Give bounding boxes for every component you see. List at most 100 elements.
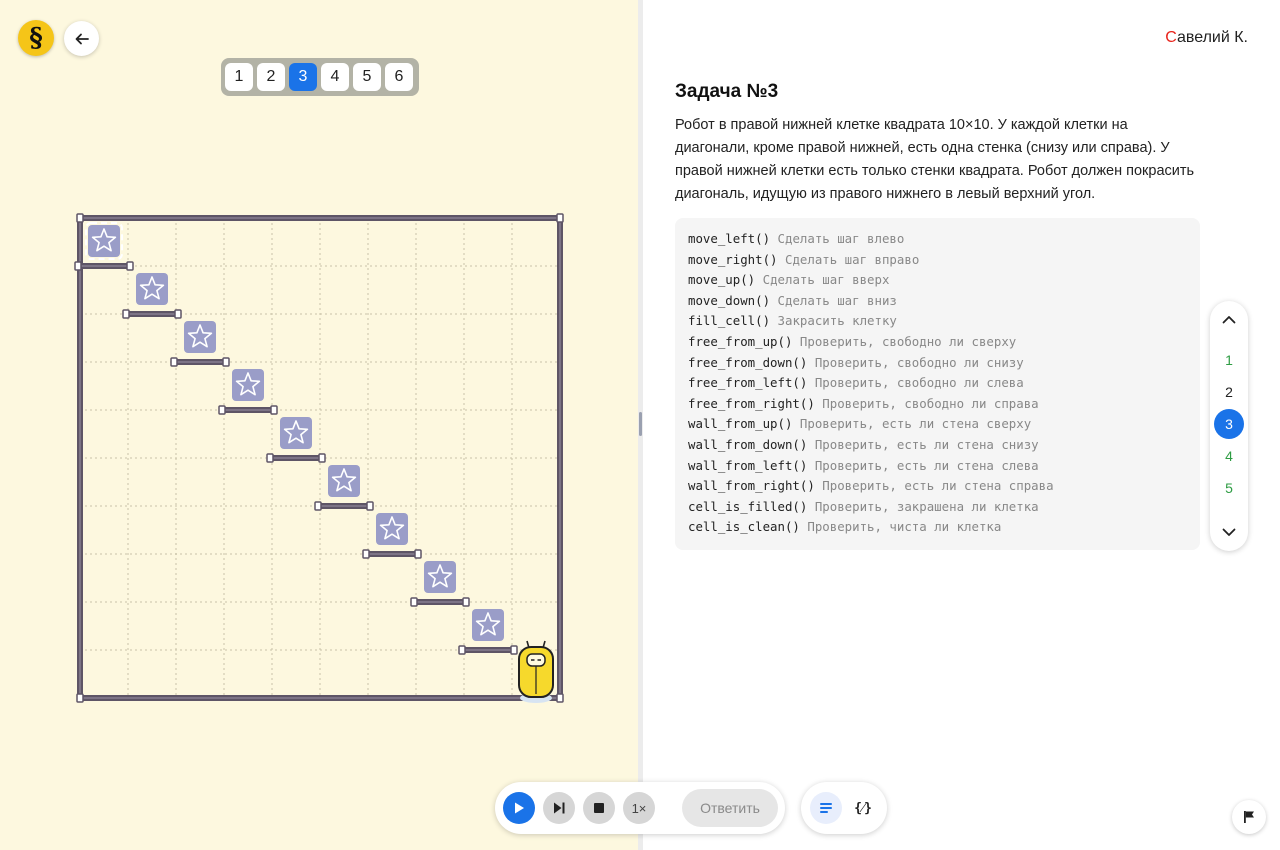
task-nav-item-2[interactable]: 2 bbox=[1214, 377, 1244, 407]
user-initial: С bbox=[1165, 29, 1177, 46]
api-description: Сделать шаг вправо bbox=[785, 251, 920, 267]
wall-joint bbox=[76, 693, 84, 703]
wall-joint bbox=[266, 453, 274, 463]
robot-field bbox=[74, 213, 564, 703]
api-row: wall_from_right() Проверить, есть ли сте… bbox=[688, 476, 1187, 497]
wall-joint bbox=[366, 501, 374, 511]
task-nav-item-1[interactable]: 1 bbox=[1214, 345, 1244, 375]
task-nav-item-5[interactable]: 5 bbox=[1214, 473, 1244, 503]
answer-button[interactable]: Ответить bbox=[682, 789, 778, 827]
task-navigator: 1 2 3 4 5 bbox=[1210, 301, 1248, 551]
wall-joint bbox=[556, 693, 564, 703]
report-button[interactable] bbox=[1232, 800, 1266, 834]
wall-joint bbox=[270, 405, 278, 415]
wall-joint bbox=[510, 645, 518, 655]
api-description: Сделать шаг вверх bbox=[762, 272, 890, 288]
step-button[interactable] bbox=[543, 792, 575, 824]
wall-joint bbox=[126, 261, 134, 271]
api-description: Проверить, есть ли стена сверху bbox=[799, 416, 1032, 432]
api-description: Проверить, есть ли стена справа bbox=[822, 478, 1054, 494]
api-row: fill_cell() Закрасить клетку bbox=[688, 311, 1187, 332]
task-nav-item-3[interactable]: 3 bbox=[1214, 409, 1244, 439]
api-row: cell_is_clean() Проверить, чиста ли клет… bbox=[688, 517, 1187, 538]
api-function: cell_is_filled() bbox=[688, 498, 808, 514]
api-row: wall_from_left() Проверить, есть ли стен… bbox=[688, 456, 1187, 477]
wall-joint bbox=[170, 357, 178, 367]
api-row: move_down() Сделать шаг вниз bbox=[688, 291, 1187, 312]
api-description: Проверить, есть ли стена слева bbox=[814, 457, 1039, 473]
api-row: wall_from_up() Проверить, есть ли стена … bbox=[688, 414, 1187, 435]
step-forward-icon bbox=[554, 802, 565, 814]
speed-button[interactable]: 1× bbox=[623, 792, 655, 824]
api-reference: move_left() Сделать шаг влево move_right(… bbox=[675, 218, 1200, 550]
nav-up-button[interactable] bbox=[1210, 304, 1248, 334]
api-description: Проверить, свободно ли снизу bbox=[814, 354, 1024, 370]
wall-joint bbox=[556, 213, 564, 223]
api-function: free_from_up() bbox=[688, 333, 793, 349]
text-view-button[interactable] bbox=[810, 792, 842, 824]
wall-joint bbox=[74, 261, 82, 271]
robot-face bbox=[526, 653, 546, 667]
api-function: move_left() bbox=[688, 231, 771, 246]
wall-joint bbox=[218, 405, 226, 415]
api-row: cell_is_filled() Проверить, закрашена ли… bbox=[688, 497, 1187, 518]
api-row: free_from_down() Проверить, свободно ли … bbox=[688, 353, 1187, 374]
user-name-rest: авелий К. bbox=[1176, 29, 1248, 46]
code-view-button[interactable]: {⁄} bbox=[847, 792, 879, 824]
player-controls: 1× Ответить bbox=[495, 782, 785, 834]
api-function: free_from_right() bbox=[688, 395, 815, 411]
wall-joint bbox=[222, 357, 230, 367]
wall-joint bbox=[122, 309, 130, 319]
chevron-up-icon bbox=[1222, 315, 1236, 323]
wall-joint bbox=[414, 549, 422, 559]
api-row: free_from_up() Проверить, свободно ли св… bbox=[688, 332, 1187, 353]
api-row: free_from_right() Проверить, свободно ли… bbox=[688, 394, 1187, 415]
api-function: move_up() bbox=[688, 272, 756, 288]
wall-joint bbox=[410, 597, 418, 607]
api-row: free_from_left() Проверить, свободно ли … bbox=[688, 373, 1187, 394]
task-title: Задача №3 bbox=[675, 81, 779, 102]
play-button[interactable] bbox=[503, 792, 535, 824]
api-function: fill_cell() bbox=[688, 313, 771, 329]
nav-down-button[interactable] bbox=[1210, 517, 1248, 547]
play-icon bbox=[515, 802, 524, 814]
wall-joint bbox=[174, 309, 182, 319]
api-description: Проверить, есть ли стена снизу bbox=[814, 436, 1039, 452]
view-toggle: {⁄} bbox=[801, 782, 887, 834]
api-function: move_right() bbox=[688, 251, 778, 267]
api-function: wall_from_down() bbox=[688, 436, 808, 452]
api-function: wall_from_left() bbox=[688, 457, 808, 473]
api-row: wall_from_down() Проверить, есть ли стен… bbox=[688, 435, 1187, 456]
api-function: cell_is_clean() bbox=[688, 519, 800, 535]
lines-icon bbox=[820, 803, 832, 813]
task-nav-item-4[interactable]: 4 bbox=[1214, 441, 1244, 471]
api-description: Проверить, свободно ли сверху bbox=[799, 333, 1017, 349]
api-description: Проверить, закрашена ли клетка bbox=[814, 498, 1039, 514]
api-description: Проверить, свободно ли справа bbox=[822, 395, 1039, 411]
divider-handle[interactable] bbox=[639, 412, 642, 436]
wall-joint bbox=[458, 645, 466, 655]
api-function: free_from_left() bbox=[688, 375, 808, 391]
api-description: Проверить, чиста ли клетка bbox=[807, 519, 1002, 535]
api-description: Сделать шаг вниз bbox=[777, 292, 897, 308]
stop-button[interactable] bbox=[583, 792, 615, 824]
chevron-down-icon bbox=[1222, 528, 1236, 536]
wall-joint bbox=[362, 549, 370, 559]
wall-joint bbox=[462, 597, 470, 607]
api-description: Сделать шаг влево bbox=[777, 231, 905, 246]
flag-icon bbox=[1244, 811, 1254, 823]
stop-icon bbox=[594, 803, 604, 813]
wall-joint bbox=[76, 213, 84, 223]
api-description: Закрасить клетку bbox=[777, 313, 897, 329]
api-description: Проверить, свободно ли слева bbox=[814, 375, 1024, 391]
api-row: move_up() Сделать шаг вверх bbox=[688, 270, 1187, 291]
api-function: move_down() bbox=[688, 292, 771, 308]
api-row: move_left() Сделать шаг влево bbox=[688, 229, 1187, 250]
wall-joint bbox=[318, 453, 326, 463]
api-function: free_from_down() bbox=[688, 354, 808, 370]
api-function: wall_from_up() bbox=[688, 416, 793, 432]
wall-joint bbox=[314, 501, 322, 511]
api-row: move_right() Сделать шаг вправо bbox=[688, 250, 1187, 271]
task-description: Робот в правой нижней клетке квадрата 10… bbox=[675, 117, 1195, 202]
user-name[interactable]: Савелий К. bbox=[1165, 29, 1248, 47]
